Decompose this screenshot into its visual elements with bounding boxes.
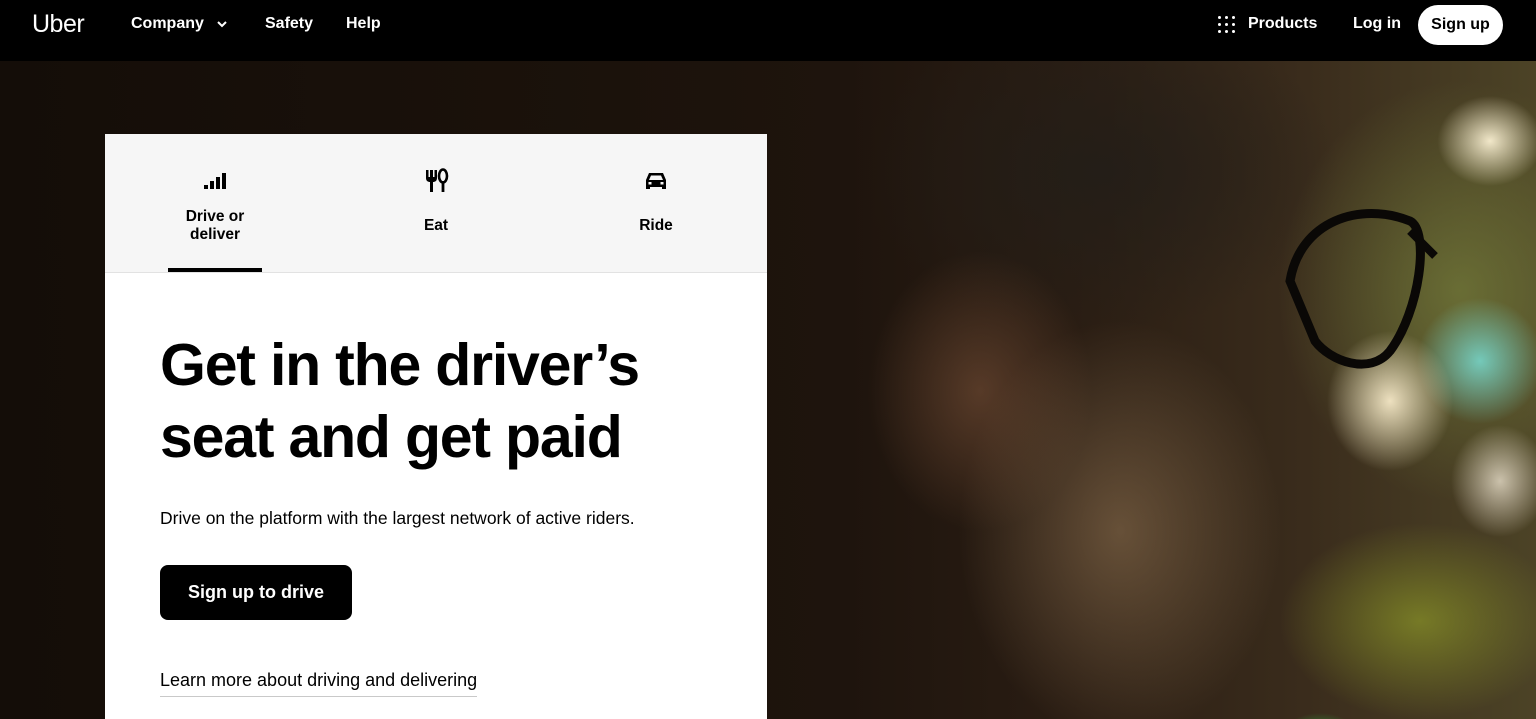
top-nav: Uber Company Safety Help Products Log in… [0, 0, 1536, 61]
nav-safety-link[interactable]: Safety [265, 14, 313, 34]
tab-eat[interactable]: Eat [390, 134, 482, 273]
nav-products-menu[interactable]: Products [1218, 14, 1317, 34]
tab-ride[interactable]: Ride [610, 134, 702, 273]
hero-card: Drive or deliver Eat Ride Get in the dri… [105, 134, 767, 719]
tab-label: Ride [639, 217, 673, 234]
nav-company-menu[interactable]: Company [131, 14, 228, 34]
nav-company-label: Company [131, 15, 204, 32]
car-icon [646, 173, 666, 189]
tab-label: Drive or deliver [185, 208, 245, 243]
apps-grid-icon [1218, 15, 1236, 33]
selected-tab-indicator [168, 268, 262, 272]
page-title: Get in the driver’s seat and get paid [160, 332, 640, 470]
nav-help-link[interactable]: Help [346, 14, 381, 34]
fork-knife-icon [426, 168, 449, 192]
product-tabs: Drive or deliver Eat Ride [105, 134, 767, 273]
glasses-silhouette [1285, 209, 1438, 369]
learn-more-link[interactable]: Learn more about driving and delivering [160, 669, 478, 697]
hero-subtext: Drive on the platform with the largest n… [160, 508, 635, 528]
tab-label: Eat [423, 217, 449, 234]
sign-up-to-drive-button[interactable]: Sign up to drive [160, 565, 352, 620]
bar-chart-icon [204, 173, 226, 189]
signup-button[interactable]: Sign up [1418, 5, 1503, 45]
login-link[interactable]: Log in [1353, 14, 1401, 34]
tab-drive-or-deliver[interactable]: Drive or deliver [168, 134, 262, 273]
uber-logo[interactable]: Uber [32, 10, 85, 39]
nav-products-label: Products [1248, 15, 1318, 32]
chevron-down-icon [217, 21, 227, 28]
